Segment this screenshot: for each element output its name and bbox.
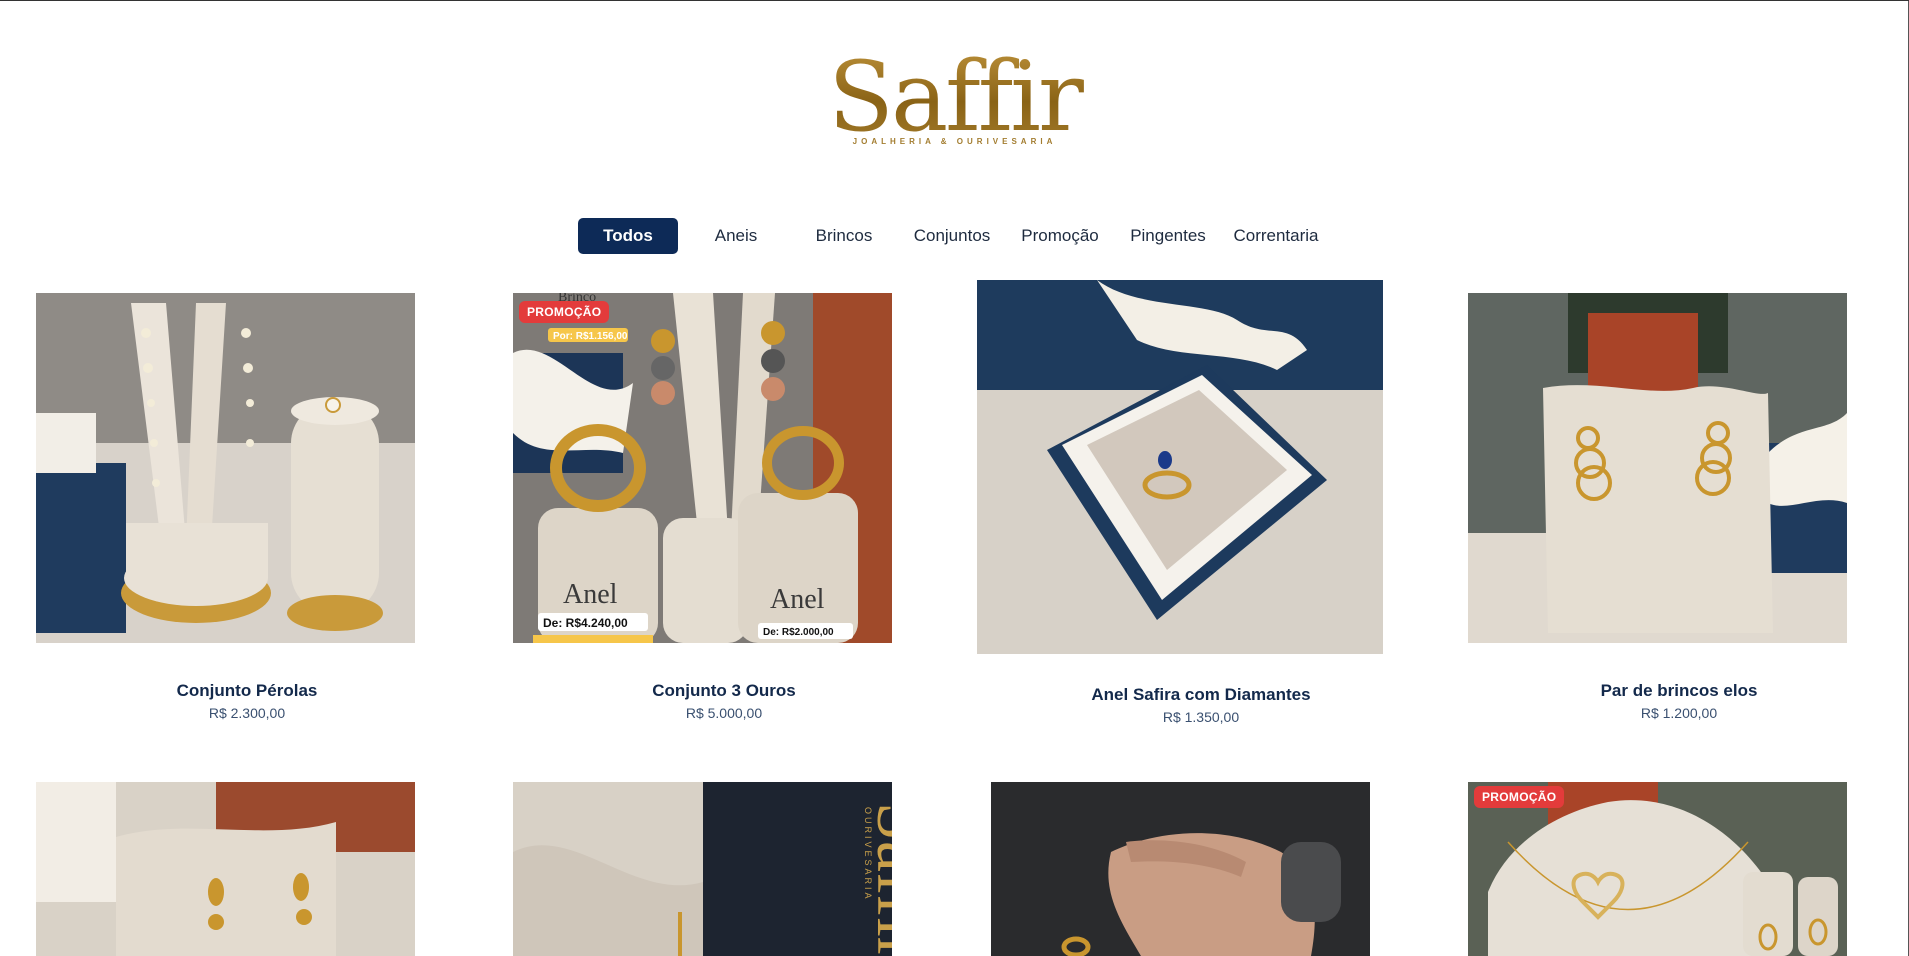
product-image[interactable]	[36, 782, 415, 956]
tab-brincos[interactable]: Brincos	[794, 218, 894, 254]
tab-promocao[interactable]: Promoção	[1010, 218, 1110, 254]
brand-logo[interactable]: Saffir JOALHERIA & OURIVESARIA	[0, 49, 1909, 146]
product-image[interactable]: PROMOÇÃO	[1468, 782, 1847, 956]
tab-conjuntos[interactable]: Conjuntos	[902, 218, 1002, 254]
product-name[interactable]: Par de brincos elos	[1468, 681, 1890, 701]
product-price: R$ 2.300,00	[208, 705, 286, 721]
tab-correntaria[interactable]: Correntaria	[1226, 218, 1326, 254]
product-price: R$ 1.350,00	[1162, 709, 1240, 725]
stand-label: Anel	[770, 584, 825, 615]
product-card[interactable]: Anel Safira com Diamantes R$ 1.350,00	[977, 280, 1425, 730]
product-image[interactable]: Por: R$1.156,00 Brinco Anel Anel De: R$4…	[513, 293, 892, 643]
product-image[interactable]	[977, 280, 1383, 654]
promo-badge: PROMOÇÃO	[1474, 786, 1565, 808]
product-card[interactable]	[36, 782, 458, 956]
product-card[interactable]: Saffir OURIVESARIA	[513, 782, 935, 956]
product-name[interactable]: Conjunto 3 Ouros	[513, 681, 935, 701]
tab-todos[interactable]: Todos	[578, 218, 678, 254]
promo-badge: PROMOÇÃO	[519, 301, 610, 323]
product-image[interactable]	[991, 782, 1370, 956]
product-image[interactable]	[1468, 293, 1847, 643]
tag-por: Por: R$1.156,00	[553, 331, 628, 342]
product-card[interactable]: Conjunto Pérolas R$ 2.300,00	[36, 293, 458, 733]
tag-de: De: R$2.000,00	[763, 627, 834, 638]
product-card[interactable]: Par de brincos elos R$ 1.200,00	[1468, 293, 1890, 733]
product-image[interactable]: Saffir OURIVESARIA	[513, 782, 892, 956]
box-tagline: OURIVESARIA	[863, 807, 873, 902]
product-card[interactable]	[991, 782, 1413, 956]
product-name[interactable]: Conjunto Pérolas	[36, 681, 458, 701]
tab-aneis[interactable]: Aneis	[686, 218, 786, 254]
product-name[interactable]: Anel Safira com Diamantes	[977, 685, 1425, 705]
product-card[interactable]: Por: R$1.156,00 Brinco Anel Anel De: R$4…	[513, 293, 935, 733]
product-card[interactable]: PROMOÇÃO	[1468, 782, 1890, 956]
product-price: R$ 5.000,00	[685, 705, 763, 721]
product-price: R$ 1.200,00	[1640, 705, 1718, 721]
tag-de: De: R$4.240,00	[543, 616, 628, 630]
brand-logo-tagline: JOALHERIA & OURIVESARIA	[852, 137, 1057, 146]
brand-logo-wordmark: Saffir	[0, 49, 1909, 145]
tab-pingentes[interactable]: Pingentes	[1118, 218, 1218, 254]
product-image[interactable]	[36, 293, 415, 643]
stand-label: Anel	[563, 579, 618, 610]
